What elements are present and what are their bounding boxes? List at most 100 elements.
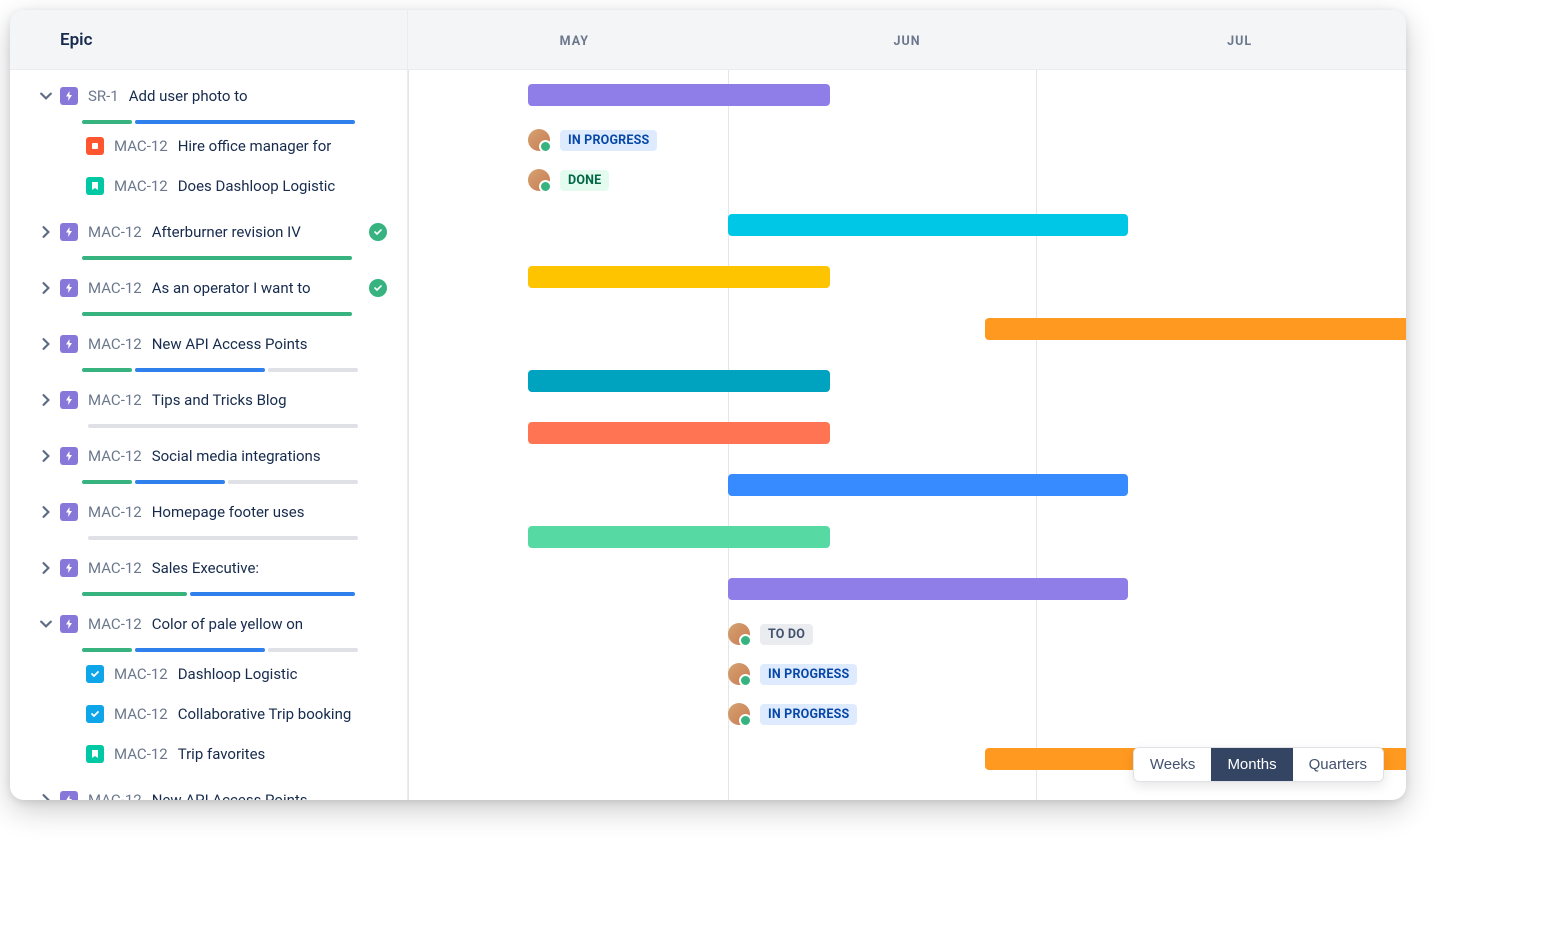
status-badge[interactable]: IN PROGRESS (560, 130, 657, 151)
child-task-status: DONE (528, 169, 609, 191)
epic-icon (60, 503, 78, 521)
chevron-right-icon[interactable] (38, 336, 54, 352)
epic-row[interactable]: MAC-12 New API Access Points (10, 774, 407, 800)
epic-icon (60, 87, 78, 105)
issue-title[interactable]: Add user photo to (129, 87, 248, 105)
timeline-bar[interactable] (528, 526, 830, 548)
epic-icon (60, 615, 78, 633)
chevron-right-icon[interactable] (38, 448, 54, 464)
issue-key[interactable]: MAC-12 (114, 137, 168, 155)
epic-row[interactable]: MAC-12 As an operator I want to (10, 262, 407, 314)
status-badge[interactable]: TO DO (760, 624, 813, 645)
issue-key[interactable]: MAC-12 (88, 391, 142, 409)
child-row[interactable]: MAC-12 Trip favorites (10, 734, 407, 774)
issue-key[interactable]: MAC-12 (88, 335, 142, 353)
chevron-right-icon[interactable] (38, 504, 54, 520)
issue-key[interactable]: MAC-12 (88, 503, 142, 521)
issue-key[interactable]: MAC-12 (88, 279, 142, 297)
epic-icon (60, 559, 78, 577)
child-row[interactable]: MAC-12 Hire office manager for (10, 126, 407, 166)
zoom-control: Weeks Months Quarters (1133, 747, 1384, 782)
done-check-icon (369, 223, 387, 241)
epic-row[interactable]: MAC-12 New API Access Points (10, 318, 407, 370)
epic-list: SR-1 Add user photo to MAC-12 Hire office m… (10, 70, 408, 800)
epic-row[interactable]: MAC-12 Sales Executive: (10, 542, 407, 594)
issue-title[interactable]: Social media integrations (152, 447, 321, 465)
epic-row[interactable]: MAC-12 Tips and Tricks Blog (10, 374, 407, 426)
issue-key[interactable]: MAC-12 (88, 223, 142, 241)
story-red-icon (86, 137, 104, 155)
child-row[interactable]: MAC-12 Dashloop Logistic (10, 654, 407, 694)
story-green-icon (86, 177, 104, 195)
issue-title[interactable]: Trip favorites (178, 745, 266, 763)
issue-key[interactable]: MAC-12 (114, 745, 168, 763)
child-task-status: IN PROGRESS (728, 663, 857, 685)
status-badge[interactable]: DONE (560, 170, 609, 191)
child-row[interactable]: MAC-12 Does Dashloop Logistic (10, 166, 407, 206)
status-badge[interactable]: IN PROGRESS (760, 704, 857, 725)
assignee-avatar[interactable] (728, 623, 750, 645)
assignee-avatar[interactable] (728, 663, 750, 685)
epic-column-header: Epic (10, 10, 408, 69)
zoom-weeks-button[interactable]: Weeks (1134, 748, 1212, 781)
issue-key[interactable]: MAC-12 (88, 447, 142, 465)
issue-key[interactable]: SR-1 (88, 87, 119, 105)
timeline-bar[interactable] (728, 474, 1128, 496)
child-row[interactable]: MAC-12 Collaborative Trip booking (10, 694, 407, 734)
timeline-header: MAY JUN JUL (408, 10, 1406, 69)
epic-row[interactable]: MAC-12 Homepage footer uses (10, 486, 407, 538)
chevron-right-icon[interactable] (38, 280, 54, 296)
assignee-avatar[interactable] (728, 703, 750, 725)
timeline-bar[interactable] (528, 370, 830, 392)
header: Epic MAY JUN JUL (10, 10, 1406, 70)
chevron-down-icon[interactable] (38, 88, 54, 104)
issue-title[interactable]: Dashloop Logistic (178, 665, 298, 683)
epic-icon (60, 791, 78, 800)
month-jun: JUN (741, 10, 1074, 69)
chevron-right-icon[interactable] (38, 392, 54, 408)
story-green-icon (86, 745, 104, 763)
epic-header-label: Epic (60, 30, 92, 50)
assignee-avatar[interactable] (528, 169, 550, 191)
chevron-right-icon[interactable] (38, 224, 54, 240)
issue-title[interactable]: Collaborative Trip booking (178, 705, 352, 723)
issue-title[interactable]: Homepage footer uses (152, 503, 305, 521)
epic-icon (60, 279, 78, 297)
timeline-bar[interactable] (728, 578, 1128, 600)
issue-title[interactable]: Color of pale yellow on (152, 615, 303, 633)
issue-key[interactable]: MAC-12 (114, 177, 168, 195)
zoom-months-button[interactable]: Months (1211, 748, 1292, 781)
issue-title[interactable]: Sales Executive: (152, 559, 259, 577)
epic-row[interactable]: MAC-12 Afterburner revision IV (10, 206, 407, 258)
issue-title[interactable]: Tips and Tricks Blog (152, 391, 287, 409)
epic-row[interactable]: MAC-12 Social media integrations (10, 430, 407, 482)
timeline-bar[interactable] (985, 318, 1406, 340)
epic-row[interactable]: SR-1 Add user photo to (10, 70, 407, 122)
issue-title[interactable]: Hire office manager for (178, 137, 332, 155)
chevron-right-icon[interactable] (38, 560, 54, 576)
issue-title[interactable]: New API Access Points (152, 791, 308, 800)
chevron-right-icon[interactable] (38, 792, 54, 800)
issue-title[interactable]: Afterburner revision IV (152, 223, 301, 241)
body: SR-1 Add user photo to MAC-12 Hire office m… (10, 70, 1406, 800)
task-blue-icon (86, 665, 104, 683)
timeline-bar[interactable] (528, 84, 830, 106)
issue-key[interactable]: MAC-12 (88, 791, 142, 800)
issue-title[interactable]: Does Dashloop Logistic (178, 177, 336, 195)
timeline[interactable]: IN PROGRESS DONE TO DO IN PROGRESS IN PROGRE… (408, 70, 1406, 800)
issue-key[interactable]: MAC-12 (114, 665, 168, 683)
timeline-bar[interactable] (528, 422, 830, 444)
month-may: MAY (408, 10, 741, 69)
timeline-bar[interactable] (728, 214, 1128, 236)
issue-key[interactable]: MAC-12 (114, 705, 168, 723)
zoom-quarters-button[interactable]: Quarters (1293, 748, 1383, 781)
status-badge[interactable]: IN PROGRESS (760, 664, 857, 685)
chevron-down-icon[interactable] (38, 616, 54, 632)
issue-title[interactable]: New API Access Points (152, 335, 308, 353)
issue-title[interactable]: As an operator I want to (152, 279, 311, 297)
issue-key[interactable]: MAC-12 (88, 615, 142, 633)
timeline-bar[interactable] (528, 266, 830, 288)
epic-row[interactable]: MAC-12 Color of pale yellow on (10, 598, 407, 650)
issue-key[interactable]: MAC-12 (88, 559, 142, 577)
assignee-avatar[interactable] (528, 129, 550, 151)
